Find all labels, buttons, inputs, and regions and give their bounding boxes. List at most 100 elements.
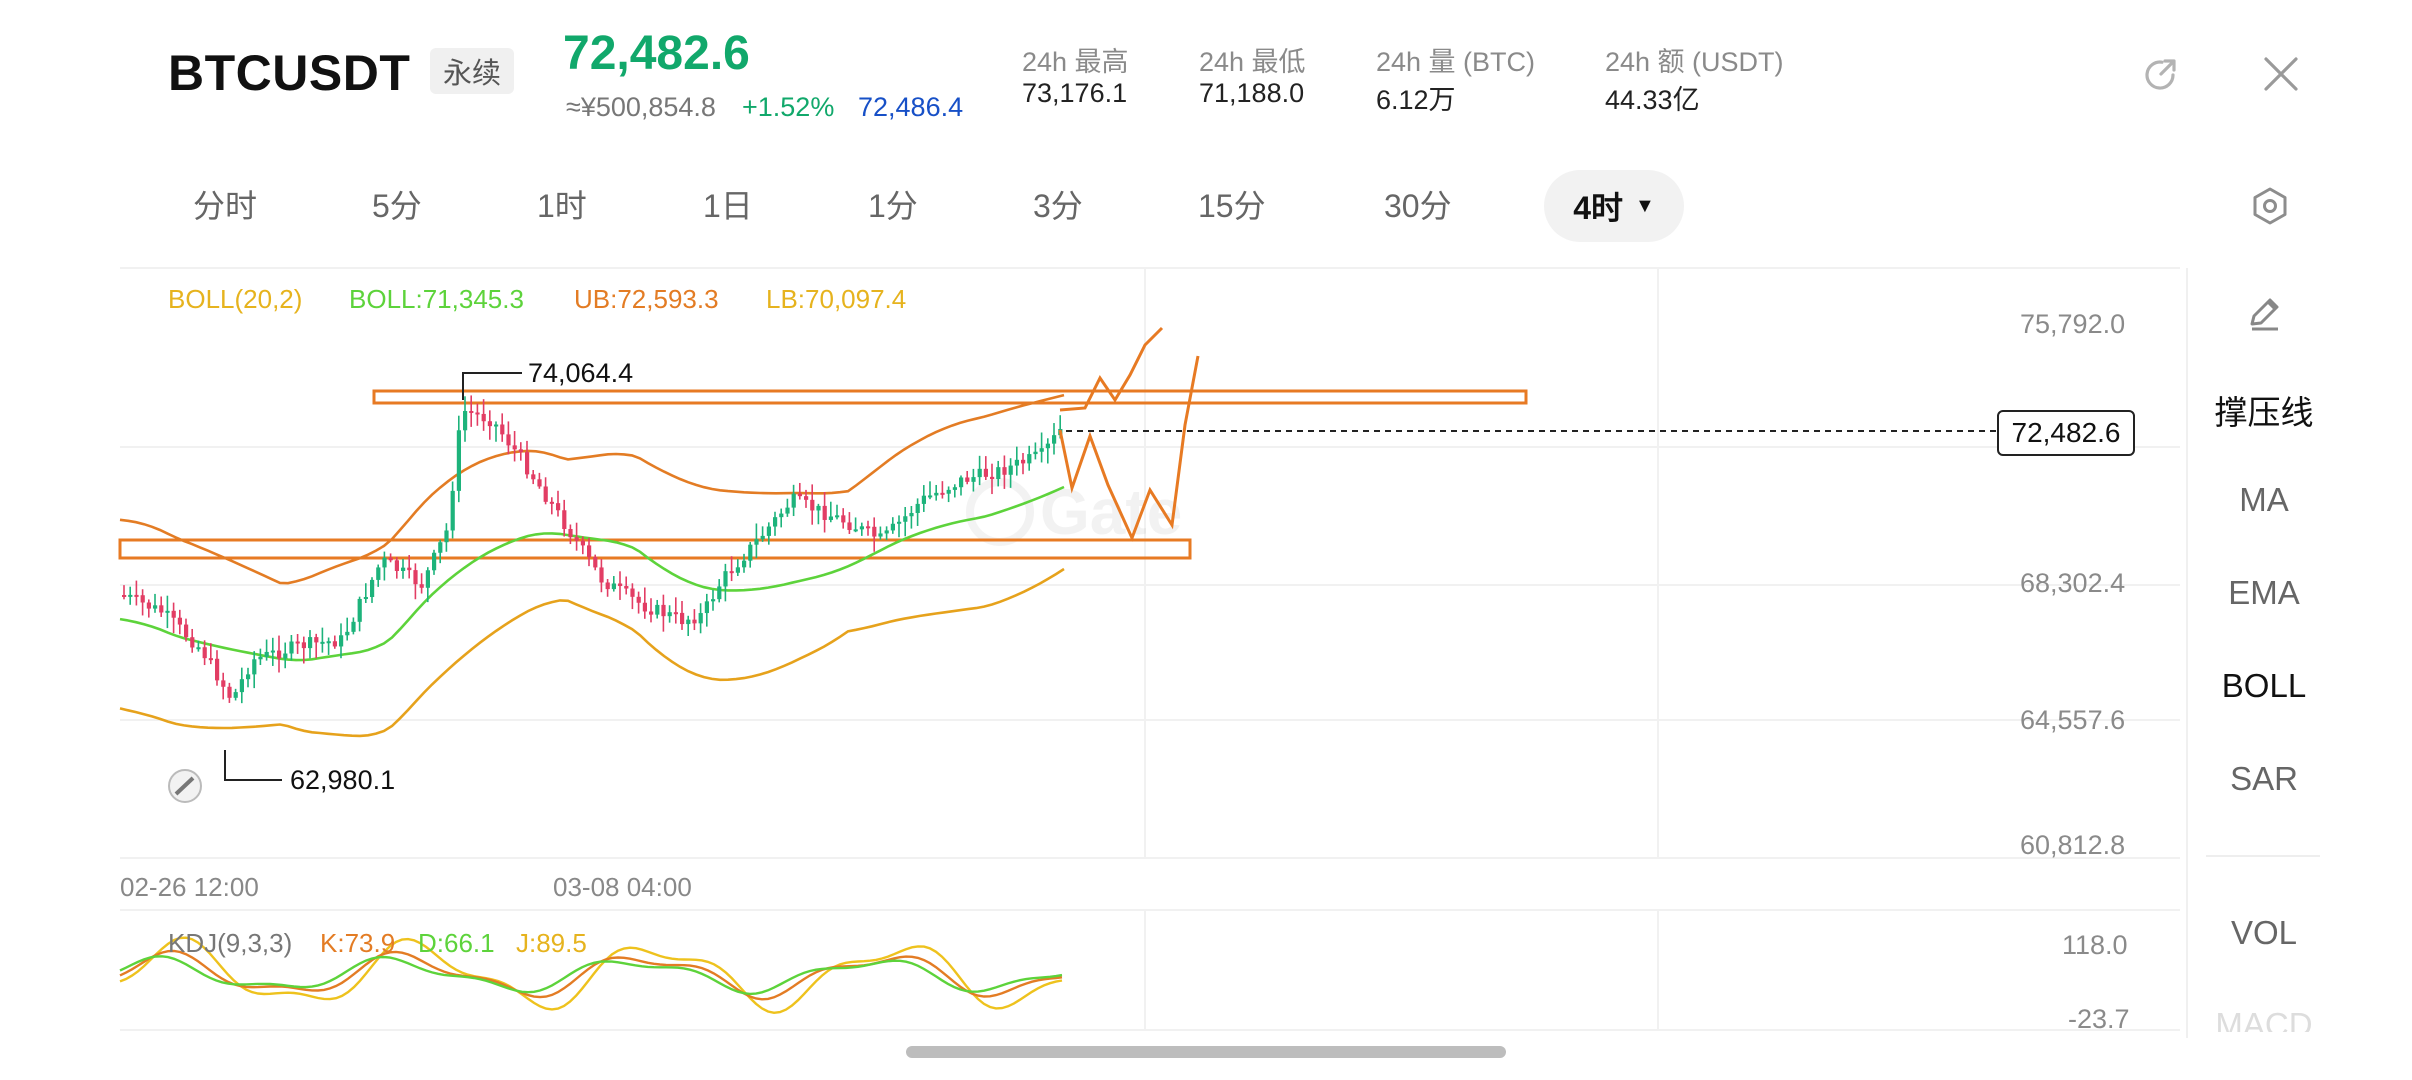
candle <box>277 650 282 659</box>
candle <box>952 487 957 490</box>
candle <box>859 526 864 530</box>
candle <box>890 523 895 531</box>
candle <box>965 477 970 482</box>
candle <box>202 647 207 659</box>
candle <box>494 424 499 427</box>
candle <box>295 641 300 644</box>
price-axis-label: 60,812.8 <box>2020 830 2126 860</box>
indicator-sar[interactable]: SAR <box>2188 760 2340 798</box>
tab-1d[interactable]: 1日 <box>703 186 753 226</box>
candle <box>909 513 914 517</box>
candle <box>835 515 840 518</box>
candle <box>1002 467 1007 475</box>
price-axis-label: 68,302.4 <box>2020 568 2126 598</box>
stat-low-value: 71,188.0 <box>1199 78 1305 108</box>
tab-1h[interactable]: 1时 <box>537 186 587 226</box>
candle <box>785 507 790 514</box>
candle <box>320 641 325 644</box>
candle <box>611 583 616 590</box>
candle <box>215 658 220 681</box>
candle <box>146 602 151 609</box>
drawing-tool-icon[interactable] <box>168 769 202 803</box>
candle <box>512 445 517 450</box>
indicator-ma[interactable]: MA <box>2188 481 2340 519</box>
candle <box>450 490 455 531</box>
candle <box>655 604 660 615</box>
stat-high-label: 24h 最高 <box>1022 47 1129 77</box>
indicator-boll[interactable]: BOLL <box>2188 667 2340 705</box>
low-marker-label: 62,980.1 <box>290 765 395 795</box>
indicator-support-resistance[interactable]: 撑压线 <box>2188 386 2340 434</box>
candle <box>258 656 263 660</box>
tab-5m[interactable]: 5分 <box>372 186 422 226</box>
candle <box>897 521 902 524</box>
boll-params: BOLL(20,2) <box>168 284 303 314</box>
candle <box>605 582 610 590</box>
candle <box>270 650 275 653</box>
share-icon[interactable] <box>2140 55 2180 95</box>
tab-30m[interactable]: 30分 <box>1384 186 1452 226</box>
candle <box>729 571 734 574</box>
tab-time-share[interactable]: 分时 <box>193 186 257 226</box>
indicator-macd[interactable]: MACD <box>2188 1006 2340 1032</box>
candle <box>1045 443 1050 449</box>
candle <box>363 597 368 600</box>
candle <box>797 493 802 497</box>
candle <box>1014 459 1019 466</box>
candle <box>239 679 244 693</box>
candle <box>308 637 313 649</box>
candle <box>773 517 778 527</box>
indicator-ema[interactable]: EMA <box>2188 574 2340 612</box>
cny-price: ≈¥500,854.8 <box>566 92 716 122</box>
candle <box>419 584 424 588</box>
candle <box>401 567 406 571</box>
candle <box>227 686 232 698</box>
panel-divider <box>2206 855 2320 857</box>
candle <box>971 477 976 482</box>
candle <box>171 610 176 618</box>
candle <box>370 579 375 598</box>
candle <box>562 510 567 530</box>
tab-4h-dropdown[interactable]: 4时 ▼ <box>1544 170 1684 242</box>
candle <box>475 412 480 415</box>
candle <box>463 410 468 431</box>
tab-4h-label: 4时 <box>1573 190 1623 226</box>
candle <box>630 588 635 597</box>
boll-upper-value: UB:72,593.3 <box>574 284 719 314</box>
tab-1m[interactable]: 1分 <box>868 186 918 226</box>
candle <box>388 557 393 561</box>
settings-icon[interactable] <box>2250 186 2290 226</box>
candle <box>618 583 623 587</box>
home-indicator[interactable] <box>906 1046 1506 1058</box>
candle <box>1021 459 1026 464</box>
indicator-vol[interactable]: VOL <box>2188 914 2340 952</box>
candle <box>667 612 672 617</box>
candle <box>903 516 908 522</box>
candle <box>518 449 523 453</box>
candle <box>233 692 238 698</box>
stat-volume-value: 6.12万 <box>1376 85 1456 115</box>
symbol-title: BTCUSDT <box>168 45 411 101</box>
candle <box>624 586 629 589</box>
candle <box>376 567 381 580</box>
candle <box>580 540 585 546</box>
candle <box>345 631 350 636</box>
candle <box>636 596 641 603</box>
caret-down-icon: ▼ <box>1635 194 1655 217</box>
resistance-zone[interactable] <box>372 389 1528 405</box>
pencil-icon[interactable] <box>2244 294 2284 334</box>
candle <box>804 496 809 500</box>
support-zone[interactable] <box>118 538 1192 560</box>
current-price-tag: 72,482.6 <box>1997 410 2135 456</box>
candle <box>847 522 852 530</box>
tab-3m[interactable]: 3分 <box>1033 186 1083 226</box>
low-marker-leader <box>224 750 282 781</box>
candle <box>642 602 647 612</box>
close-icon[interactable] <box>2262 55 2300 93</box>
projection-path-upper[interactable] <box>1059 326 1164 412</box>
kdj-j-value: J:89.5 <box>516 928 587 958</box>
tab-15m[interactable]: 15分 <box>1198 186 1266 226</box>
time-axis-label: 02-26 12:00 <box>120 872 259 902</box>
kdj-axis-label: 118.0 <box>2062 930 2128 960</box>
candle <box>1027 454 1032 464</box>
